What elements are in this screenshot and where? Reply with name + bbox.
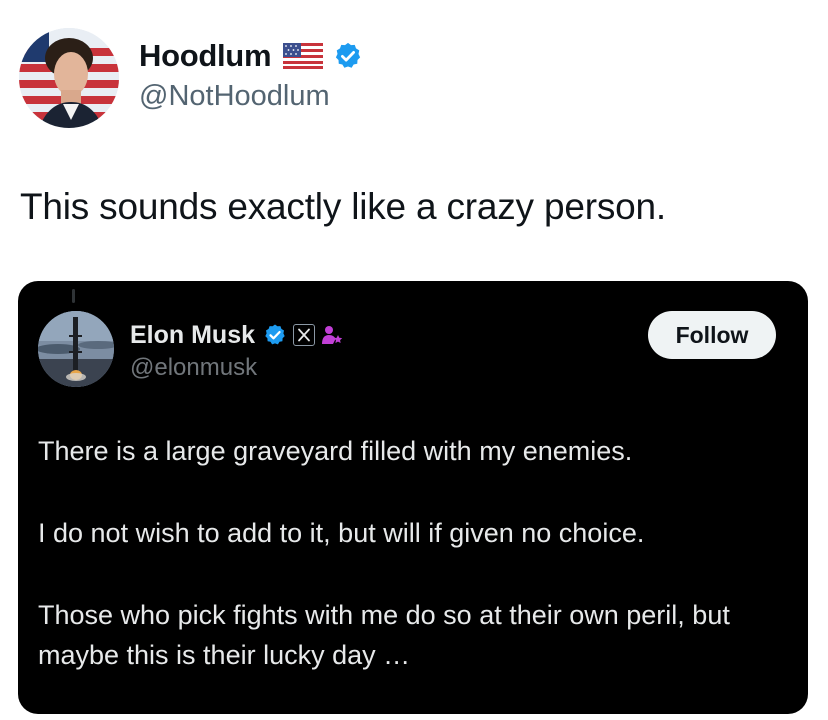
person-star-icon — [321, 324, 343, 346]
avatar[interactable] — [19, 28, 119, 128]
verified-badge-icon — [333, 41, 363, 71]
author-handle[interactable]: @NotHoodlum — [139, 80, 330, 113]
quoted-paragraph-2: I do not wish to add to it, but will if … — [38, 518, 645, 548]
author-name-row: Hoodlum — [139, 36, 363, 76]
quoted-author-name-row: Elon Musk — [130, 319, 343, 351]
quoted-author-handle[interactable]: @elonmusk — [130, 354, 257, 382]
quoted-paragraph-1: There is a large graveyard filled with m… — [38, 436, 633, 466]
avatar-image — [19, 28, 119, 128]
us-flag-icon — [283, 43, 324, 69]
quoted-paragraph-3: Those who pick fights with me do so at t… — [38, 600, 730, 670]
thread-line — [72, 289, 75, 303]
x-logo-icon — [293, 324, 316, 346]
tweet-text: This sounds exactly like a crazy person. — [20, 186, 666, 227]
quoted-tweet-card[interactable]: Elon Musk @elonmusk Follow There is a la… — [18, 281, 808, 714]
author-name[interactable]: Hoodlum — [139, 38, 272, 74]
quoted-avatar-image — [38, 311, 114, 387]
quoted-author-name[interactable]: Elon Musk — [130, 321, 255, 350]
verified-badge-icon — [263, 323, 287, 347]
quoted-tweet-body: There is a large graveyard filled with m… — [38, 431, 788, 675]
follow-button[interactable]: Follow — [648, 311, 776, 359]
quoted-avatar[interactable] — [38, 311, 114, 387]
